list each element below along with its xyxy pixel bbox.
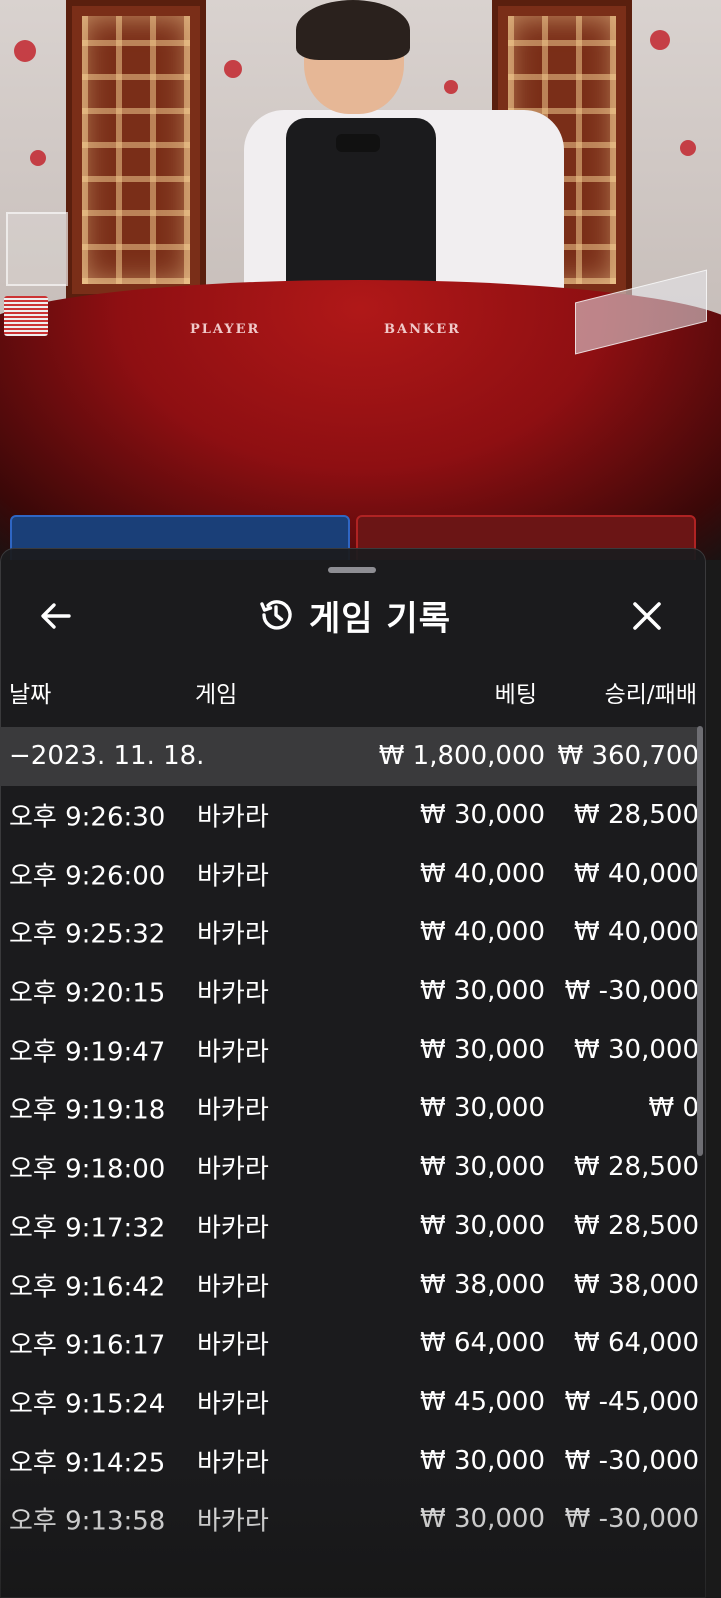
row-time: 오후 9:25:32 — [9, 919, 166, 950]
column-header-date: 날짜 — [9, 682, 52, 708]
row-result: ₩ 40,000 — [574, 917, 699, 948]
row-time: 오후 9:15:24 — [9, 1389, 166, 1420]
row-game: 바카라 — [197, 1154, 269, 1185]
row-bet: ₩ 30,000 — [420, 1504, 545, 1535]
history-row[interactable]: 오후 9:14:25 바카라 ₩ 30,000 ₩ -30,000 — [1, 1431, 699, 1490]
history-row[interactable]: 오후 9:16:17 바카라 ₩ 64,000 ₩ 64,000 — [1, 1314, 699, 1373]
row-result: ₩ 64,000 — [574, 1328, 699, 1359]
row-result: ₩ 40,000 — [574, 858, 699, 889]
row-result: ₩ -30,000 — [564, 1504, 699, 1535]
history-row[interactable]: 오후 9:15:24 바카라 ₩ 45,000 ₩ -45,000 — [1, 1373, 699, 1432]
column-header-bet: 베팅 — [494, 682, 537, 708]
history-row[interactable]: 오후 9:16:42 바카라 ₩ 38,000 ₩ 38,000 — [1, 1255, 699, 1314]
row-bet: ₩ 30,000 — [420, 1152, 545, 1183]
row-result: ₩ 28,500 — [574, 800, 699, 831]
row-result: ₩ -45,000 — [564, 1386, 699, 1417]
row-bet: ₩ 45,000 — [420, 1386, 545, 1417]
history-row[interactable]: 오후 9:18:00 바카라 ₩ 30,000 ₩ 28,500 — [1, 1138, 699, 1197]
game-history-sheet: 게임 기록 날짜 게임 베팅 승리/패배 −2023. 11. 18. ₩ 1,… — [0, 548, 706, 1598]
row-result: ₩ 28,500 — [574, 1152, 699, 1183]
history-row[interactable]: 오후 9:13:58 바카라 ₩ 30,000 ₩ -30,000 — [1, 1490, 699, 1549]
history-row[interactable]: 오후 9:19:18 바카라 ₩ 30,000 ₩ 0 — [1, 1079, 699, 1138]
row-result: ₩ -30,000 — [564, 1445, 699, 1476]
row-game: 바카라 — [197, 802, 269, 833]
row-time: 오후 9:16:42 — [9, 1272, 166, 1303]
row-game: 바카라 — [197, 978, 269, 1009]
row-bet: ₩ 64,000 — [420, 1328, 545, 1359]
row-time: 오후 9:18:00 — [9, 1154, 166, 1185]
row-time: 오후 9:13:58 — [9, 1506, 166, 1537]
summary-date: −2023. 11. 18. — [9, 741, 205, 772]
row-bet: ₩ 30,000 — [420, 800, 545, 831]
sheet-title: 게임 기록 — [309, 598, 451, 639]
row-time: 오후 9:17:32 — [9, 1213, 166, 1244]
row-time: 오후 9:16:17 — [9, 1330, 166, 1361]
row-result: ₩ 30,000 — [574, 1034, 699, 1065]
banker-area-label: BANKER — [384, 322, 461, 337]
summary-result-total: ₩ 360,700 — [557, 741, 700, 772]
row-game: 바카라 — [197, 919, 269, 950]
history-row[interactable]: 오후 9:26:00 바카라 ₩ 40,000 ₩ 40,000 — [1, 844, 699, 903]
row-time: 오후 9:26:00 — [9, 861, 166, 892]
row-game: 바카라 — [197, 1037, 269, 1068]
row-bet: ₩ 30,000 — [420, 976, 545, 1007]
row-game: 바카라 — [197, 1389, 269, 1420]
close-icon — [633, 602, 661, 630]
close-button[interactable] — [624, 593, 670, 639]
row-game: 바카라 — [197, 1330, 269, 1361]
row-game: 바카라 — [197, 861, 269, 892]
column-header-game: 게임 — [195, 682, 238, 708]
row-time: 오후 9:14:25 — [9, 1448, 166, 1479]
card-shoe — [6, 212, 68, 286]
history-list: −2023. 11. 18. ₩ 1,800,000 ₩ 360,700 오후 … — [1, 727, 699, 1549]
row-result: ₩ 38,000 — [574, 1269, 699, 1300]
row-game: 바카라 — [197, 1213, 269, 1244]
history-scrollbar[interactable] — [697, 726, 703, 1156]
date-summary-row[interactable]: −2023. 11. 18. ₩ 1,800,000 ₩ 360,700 — [1, 727, 699, 786]
history-row[interactable]: 오후 9:26:30 바카라 ₩ 30,000 ₩ 28,500 — [1, 786, 699, 845]
history-row[interactable]: 오후 9:19:47 바카라 ₩ 30,000 ₩ 30,000 — [1, 1020, 699, 1079]
row-bet: ₩ 30,000 — [420, 1445, 545, 1476]
row-bet: ₩ 30,000 — [420, 1034, 545, 1065]
row-bet: ₩ 40,000 — [420, 858, 545, 889]
row-game: 바카라 — [197, 1506, 269, 1537]
row-result: ₩ 28,500 — [574, 1210, 699, 1241]
player-area-label: PLAYER — [190, 322, 261, 337]
live-video-feed: PLAYER BANKER — [0, 0, 721, 560]
card-stack — [4, 296, 48, 336]
summary-bet-total: ₩ 1,800,000 — [378, 741, 545, 772]
row-time: 오후 9:26:30 — [9, 802, 166, 833]
row-result: ₩ 0 — [648, 1093, 699, 1124]
history-row[interactable]: 오후 9:20:15 바카라 ₩ 30,000 ₩ -30,000 — [1, 962, 699, 1021]
row-game: 바카라 — [197, 1095, 269, 1126]
row-game: 바카라 — [197, 1448, 269, 1479]
sheet-drag-handle[interactable] — [328, 567, 376, 573]
history-clock-icon — [260, 600, 292, 630]
sheet-header: 게임 기록 — [1, 585, 705, 645]
column-header-result: 승리/패배 — [604, 682, 697, 708]
decor-lattice-left — [66, 0, 206, 300]
row-bet: ₩ 30,000 — [420, 1210, 545, 1241]
row-time: 오후 9:19:47 — [9, 1037, 166, 1068]
row-result: ₩ -30,000 — [564, 976, 699, 1007]
history-row[interactable]: 오후 9:25:32 바카라 ₩ 40,000 ₩ 40,000 — [1, 903, 699, 962]
row-bet: ₩ 30,000 — [420, 1093, 545, 1124]
row-game: 바카라 — [197, 1272, 269, 1303]
row-time: 오후 9:20:15 — [9, 978, 166, 1009]
row-bet: ₩ 40,000 — [420, 917, 545, 948]
history-row[interactable]: 오후 9:17:32 바카라 ₩ 30,000 ₩ 28,500 — [1, 1197, 699, 1256]
row-bet: ₩ 38,000 — [420, 1269, 545, 1300]
row-time: 오후 9:19:18 — [9, 1095, 166, 1126]
